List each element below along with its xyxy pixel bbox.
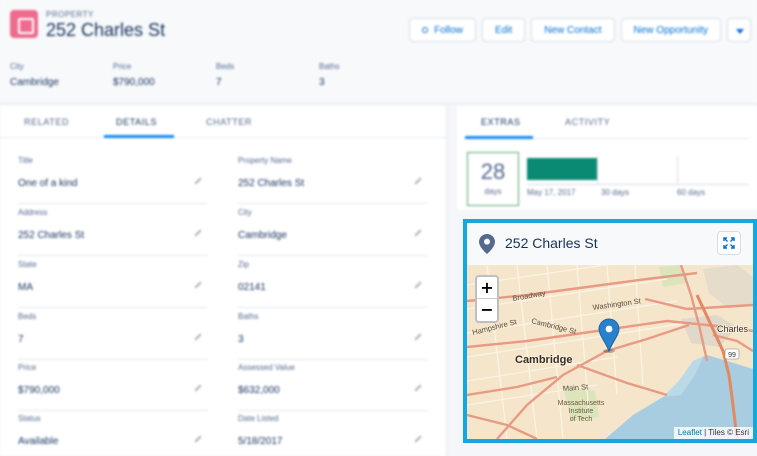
expand-map-button[interactable] — [717, 231, 741, 255]
zoom-in-button[interactable]: + — [477, 277, 497, 299]
edit-pencil-icon[interactable] — [414, 384, 422, 392]
timeline-tick — [597, 156, 598, 184]
charles-label: Charles — [717, 324, 749, 334]
edit-pencil-icon[interactable] — [194, 384, 202, 392]
timeline-tick — [677, 156, 678, 184]
location-pin-icon — [479, 234, 495, 254]
leaflet-link[interactable]: Leaflet — [678, 428, 702, 437]
map-card-header: 252 Charles St — [467, 223, 753, 265]
highlight-baths: Baths 3 — [319, 62, 340, 88]
field-zip: Zip 02141 — [238, 260, 428, 308]
map-zoom-control: + − — [475, 275, 499, 323]
follow-button[interactable]: Follow — [409, 18, 477, 42]
mit-label-line2: Institute — [569, 408, 594, 415]
route-99-label: 99 — [728, 352, 736, 359]
edit-pencil-icon[interactable] — [414, 177, 422, 185]
map-view[interactable]: 99 Washington St Cambridge St Hampshire … — [467, 265, 753, 439]
field-price: Price $790,000 — [18, 363, 208, 411]
field-address: Address 252 Charles St — [18, 208, 208, 256]
map-title: 252 Charles St — [505, 235, 598, 251]
days-number: 28 — [480, 159, 506, 184]
extras-card: EXTRAS ACTIVITY 28 days May 17, 2017 30 … — [457, 106, 757, 210]
cambridge-city-label: Cambridge — [515, 354, 572, 366]
timeline-start-label: May 17, 2017 — [527, 188, 576, 197]
tab-extras[interactable]: EXTRAS — [481, 117, 521, 127]
edit-pencil-icon[interactable] — [194, 281, 202, 289]
tab-details[interactable]: DETAILS — [116, 117, 157, 127]
edit-pencil-icon[interactable] — [194, 177, 202, 185]
expand-icon — [723, 237, 735, 249]
timeline-axis — [527, 184, 749, 185]
edit-pencil-icon[interactable] — [414, 229, 422, 237]
tab-related[interactable]: RELATED — [24, 117, 69, 127]
map-attribution: Leaflet | Tiles © Esri — [673, 427, 753, 439]
edit-pencil-icon[interactable] — [194, 229, 202, 237]
timeline-30-label: 30 days — [601, 188, 630, 197]
highlight-price: Price $790,000 — [113, 62, 155, 88]
edit-pencil-icon[interactable] — [194, 435, 202, 443]
edit-pencil-icon[interactable] — [194, 333, 202, 341]
tiles-attribution: | Tiles © Esri — [704, 428, 749, 437]
field-beds: Beds 7 — [18, 312, 208, 360]
field-title: Title One of a kind — [18, 156, 208, 204]
edit-pencil-icon[interactable] — [414, 333, 422, 341]
active-tab-indicator — [104, 135, 174, 138]
record-header: PROPERTY 252 Charles St Follow Edit New … — [0, 0, 757, 104]
header-actions: Follow Edit New Contact New Opportunity — [409, 18, 751, 42]
new-contact-button[interactable]: New Contact — [531, 18, 615, 42]
edit-pencil-icon[interactable] — [414, 281, 422, 289]
new-opportunity-button[interactable]: New Opportunity — [620, 18, 721, 42]
object-type-label: PROPERTY — [46, 10, 94, 19]
days-on-market-box: 28 days — [467, 152, 519, 206]
edit-button[interactable]: Edit — [482, 18, 526, 42]
active-tab-indicator — [465, 136, 533, 139]
field-property-name: Property Name 252 Charles St — [238, 156, 428, 204]
edit-pencil-icon[interactable] — [414, 435, 422, 443]
record-title: 252 Charles St — [46, 20, 166, 40]
main-st-label: Main St — [563, 382, 590, 393]
map-card: 252 Charles St 99 Washington St Cambridg… — [463, 219, 757, 443]
field-date-listed: Date Listed 5/18/2017 — [238, 414, 428, 456]
field-state: State MA — [18, 260, 208, 308]
field-assessed-value: Assessed Value $632,000 — [238, 363, 428, 411]
mit-label-line3: of Tech — [570, 416, 593, 423]
property-object-icon — [10, 10, 38, 38]
more-actions-dropdown[interactable] — [727, 18, 751, 42]
details-card: RELATED DETAILS CHATTER Title One of a ki… — [0, 106, 447, 456]
timeline-60-label: 60 days — [677, 188, 706, 197]
highlight-city: City Cambridge — [10, 62, 59, 88]
days-label: days — [484, 187, 502, 196]
field-city: City Cambridge — [238, 208, 428, 256]
highlight-fields: City Cambridge Price $790,000 Beds 7 Baths 3 — [10, 62, 422, 88]
timeline-progress-bar — [527, 158, 597, 180]
map-tiles: 99 Washington St Cambridge St Hampshire … — [467, 265, 753, 439]
mit-label-line1: Massachusetts — [558, 400, 605, 407]
field-status: Status Available — [18, 414, 208, 456]
tab-chatter[interactable]: CHATTER — [206, 117, 252, 127]
field-baths: Baths 3 — [238, 312, 428, 360]
zoom-out-button[interactable]: − — [477, 299, 497, 321]
details-tabs: RELATED DETAILS CHATTER — [0, 106, 446, 138]
highlight-beds: Beds 7 — [216, 62, 235, 88]
follow-icon — [422, 27, 429, 33]
tab-activity[interactable]: ACTIVITY — [565, 117, 610, 127]
